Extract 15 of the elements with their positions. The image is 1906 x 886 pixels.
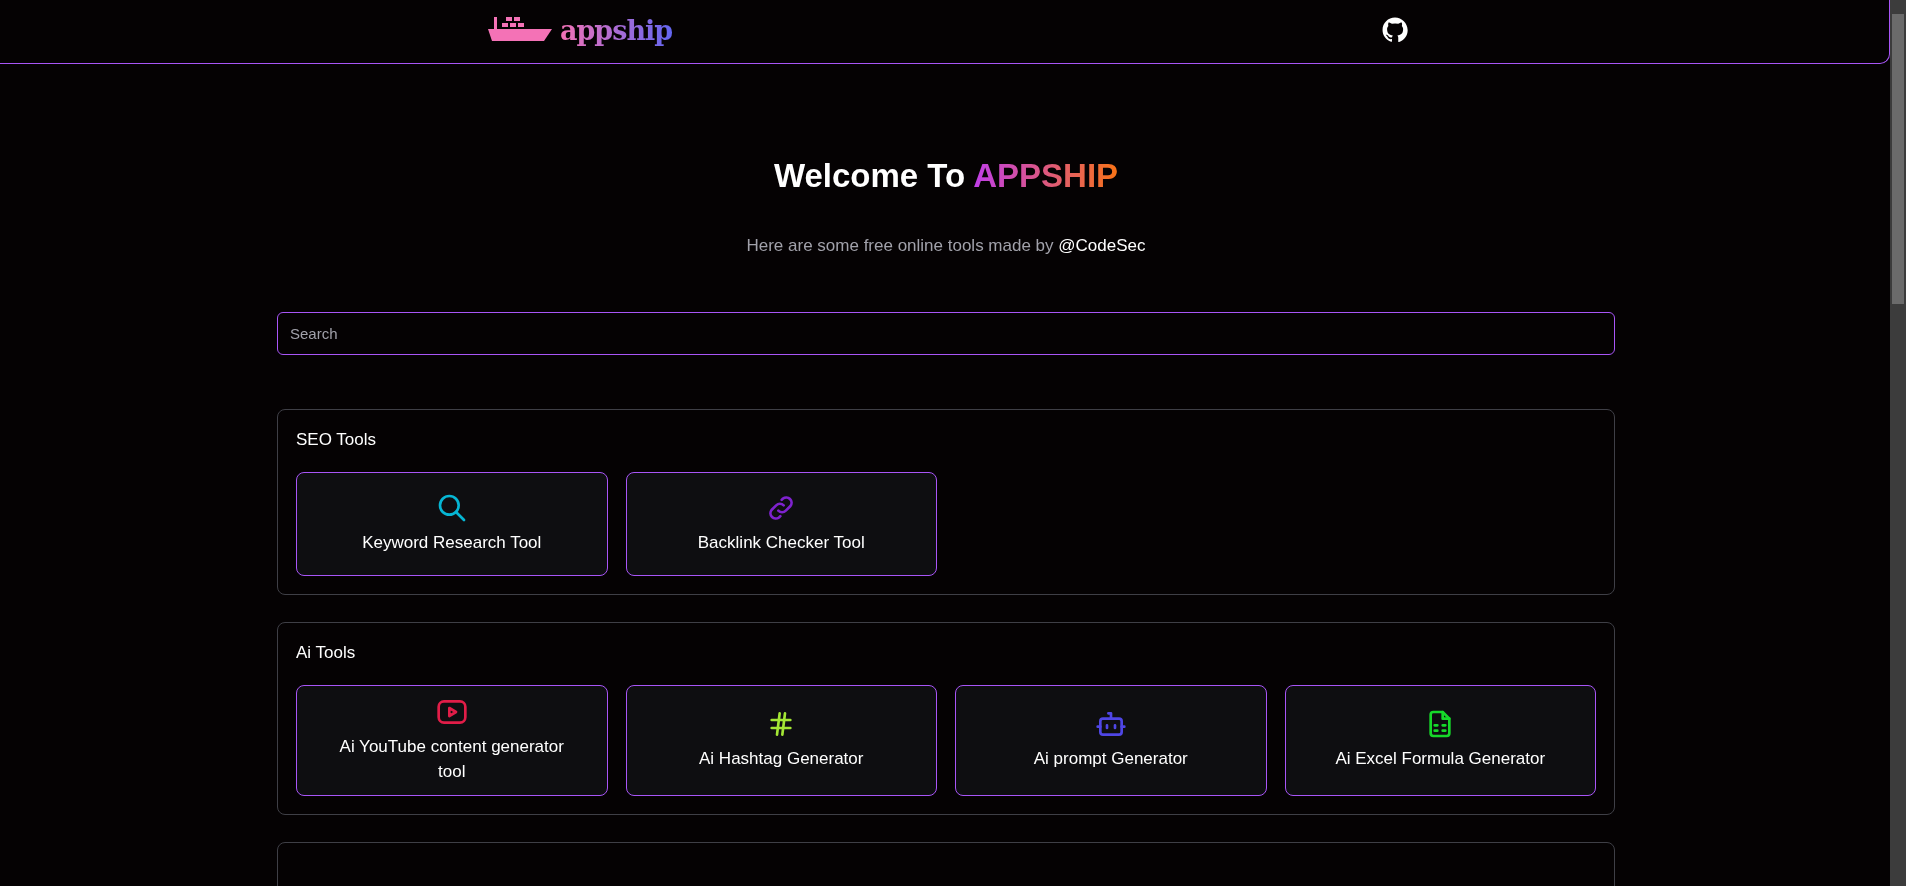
tool-card[interactable]: Ai Hashtag Generator xyxy=(625,684,937,796)
section-title: SEO Tools xyxy=(296,429,377,450)
author-link[interactable]: @CodeSec xyxy=(1058,235,1146,255)
tool-card[interactable]: Ai Excel Formula Generator xyxy=(1284,684,1596,796)
search-field[interactable]: Search xyxy=(277,311,1615,355)
scrollbar[interactable] xyxy=(1890,0,1906,886)
welcome-title: Welcome To APPSHIP xyxy=(772,156,1120,196)
github-icon[interactable] xyxy=(1382,17,1408,43)
tool-card[interactable]: Ai YouTube content generator tool xyxy=(296,684,608,796)
tool-card[interactable]: Backlink Checker Tool xyxy=(625,471,937,576)
tool-card[interactable]: Keyword Research Tool xyxy=(296,471,608,576)
subtitle-text: Here are some free online tools made by xyxy=(746,235,1054,255)
scrollbar-thumb[interactable] xyxy=(1892,14,1904,304)
tool-card[interactable]: Ai prompt Generator xyxy=(955,684,1267,796)
section-title: Ai Tools xyxy=(296,642,357,663)
